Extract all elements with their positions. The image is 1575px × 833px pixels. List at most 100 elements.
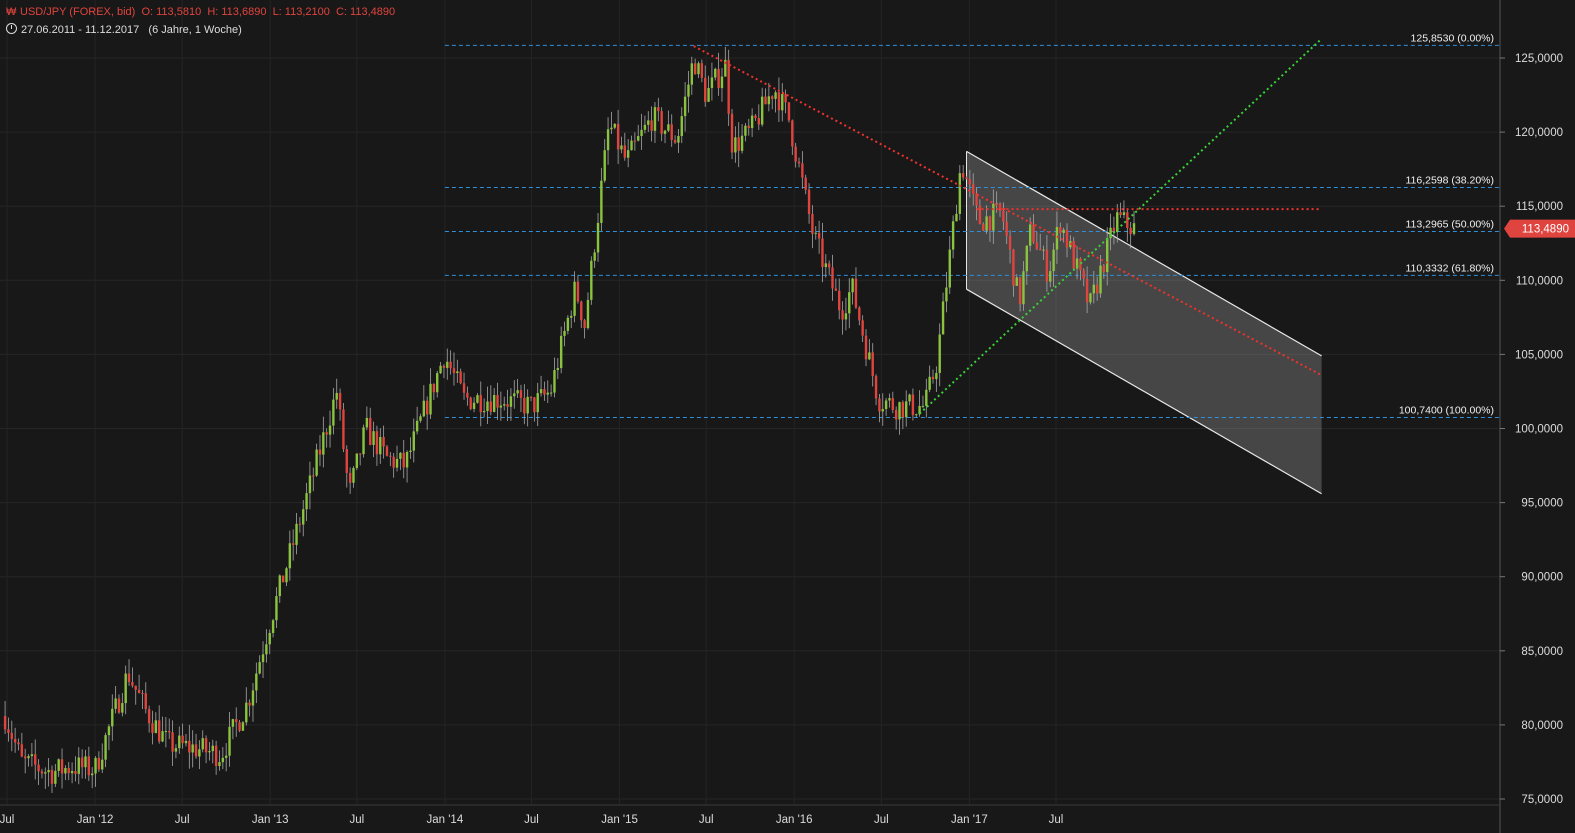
candle-body: [747, 125, 750, 129]
candle-body: [804, 177, 807, 190]
candle-body: [1059, 226, 1062, 233]
candle-body: [372, 431, 375, 445]
candle-body: [760, 96, 764, 125]
fib-label: 125,8530 (0.00%): [1411, 32, 1494, 44]
x-tick-label: Jan '13: [252, 814, 289, 826]
candle-body: [57, 759, 60, 771]
candle-body: [898, 402, 901, 420]
candle-body: [134, 685, 137, 690]
candle-body: [328, 425, 332, 435]
candle-body: [13, 738, 17, 743]
candle-body: [124, 673, 127, 704]
candle-body: [653, 107, 657, 131]
chart-type-icon: ₩: [6, 6, 17, 18]
candle-body: [425, 400, 429, 415]
candle-body: [492, 395, 496, 412]
candle-body: [874, 376, 878, 399]
candle-body: [740, 135, 744, 151]
candle-body: [680, 116, 683, 137]
candle-body: [362, 427, 365, 455]
candle-body: [201, 738, 204, 750]
candle-body: [348, 472, 352, 483]
candle-body: [194, 744, 198, 757]
candle-body: [188, 740, 191, 753]
candle-body: [184, 740, 188, 744]
candle-body: [137, 689, 141, 694]
candle-body: [985, 216, 988, 231]
y-tick-label: 125,0000: [1515, 53, 1563, 65]
candle-body: [744, 125, 747, 136]
candle-body: [1126, 212, 1129, 228]
candle-body: [342, 409, 345, 450]
candle-body: [908, 394, 911, 402]
candle-body: [1122, 212, 1126, 215]
candle-body: [801, 163, 804, 178]
candle-body: [784, 94, 787, 103]
candle-body: [817, 232, 821, 239]
candle-body: [218, 762, 221, 766]
candle-body: [1025, 245, 1029, 272]
candle-body: [941, 301, 945, 335]
candle-body: [915, 414, 918, 416]
candle-body: [1079, 258, 1082, 271]
candle-body: [382, 437, 385, 447]
y-tick-label: 90,0000: [1521, 572, 1563, 584]
candle-body: [466, 392, 469, 398]
candle-body: [626, 150, 630, 158]
candle-body: [231, 719, 235, 727]
candle-body: [1089, 293, 1092, 303]
candle-body: [693, 63, 697, 75]
candle-body: [637, 136, 640, 141]
candle-body: [462, 383, 466, 393]
candle-body: [513, 393, 516, 397]
candle-body: [1022, 271, 1025, 305]
candle-body: [503, 404, 506, 406]
candle-body: [1099, 265, 1102, 294]
fib-label: 100,7400 (100.00%): [1399, 405, 1494, 417]
candle-body: [563, 330, 566, 336]
candle-body: [17, 742, 20, 745]
x-tick-label: Jan '17: [951, 814, 988, 826]
candle-body: [811, 214, 814, 234]
candle-body: [168, 731, 171, 733]
open-value: O: 113,5810: [141, 6, 202, 18]
date-range: 27.06.2011 - 11.12.2017: [21, 24, 140, 36]
candle-body: [1002, 211, 1005, 222]
candle-body: [670, 124, 673, 140]
candle-body: [389, 455, 392, 457]
candle-body: [402, 452, 405, 468]
candle-body: [750, 115, 754, 129]
candle-body: [623, 145, 627, 158]
candle-body: [901, 402, 905, 418]
candle-body: [982, 223, 985, 231]
candle-body: [911, 394, 915, 416]
candle-body: [536, 393, 539, 413]
candle-body: [1042, 249, 1045, 251]
candle-body: [757, 118, 761, 125]
candle-body: [312, 475, 315, 477]
candle-body: [23, 756, 27, 759]
candle-body: [235, 719, 238, 723]
x-tick-label: Jul: [175, 814, 190, 826]
candle-body: [583, 320, 586, 329]
current-price-label: 113,4890: [1522, 224, 1569, 236]
candle-body: [204, 738, 208, 753]
candle-body: [412, 431, 415, 451]
candle-body: [1072, 241, 1075, 269]
candle-body: [352, 467, 355, 483]
fib-label: 110,3332 (61.80%): [1405, 262, 1494, 274]
x-tick-label: Jul: [874, 814, 889, 826]
candlestick-chart[interactable]: 125,8530 (0.00%) 116,2598 (38.20%) 113,296…: [0, 0, 1575, 833]
candle-body: [107, 726, 111, 736]
candle-body: [794, 146, 797, 162]
candle-body: [1015, 277, 1018, 286]
candle-body: [456, 371, 459, 374]
candle-body: [268, 632, 271, 645]
candle-body: [191, 744, 194, 753]
candle-body: [704, 77, 707, 102]
candle-body: [224, 755, 228, 758]
x-tick-label: Jan '12: [77, 814, 114, 826]
chart-header-quote: ₩ USD/JPY (FOREX, bid) O: 113,5810 H: 113…: [6, 6, 395, 18]
candle-body: [838, 290, 841, 311]
candle-body: [34, 754, 37, 765]
